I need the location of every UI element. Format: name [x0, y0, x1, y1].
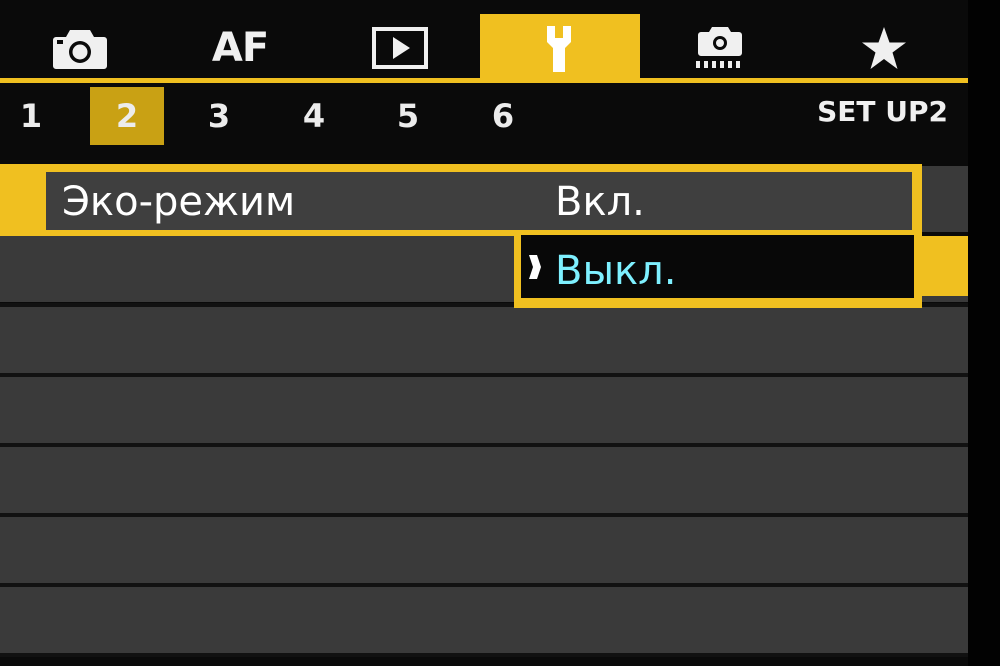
menu-row[interactable] — [0, 517, 968, 583]
tab-af[interactable]: AF — [160, 14, 320, 82]
tab-af-label: AF — [211, 25, 269, 71]
selected-item-highlight — [0, 172, 40, 230]
tab-playback[interactable] — [320, 14, 480, 82]
subtab-1[interactable]: 1 — [0, 87, 68, 145]
tab-my-menu[interactable] — [800, 14, 968, 82]
star-icon — [861, 26, 907, 70]
wrench-icon — [537, 22, 583, 74]
option-on[interactable]: Вкл. — [555, 176, 645, 228]
page-name: SET UP2 — [817, 95, 948, 128]
tab-setup[interactable] — [480, 14, 640, 82]
tab-shooting[interactable] — [0, 14, 160, 82]
camera-icon — [52, 26, 108, 70]
subtab-2[interactable]: 2 — [90, 87, 164, 145]
option-off[interactable]: Выкл. — [555, 244, 676, 298]
tab-bar-underline — [0, 78, 968, 83]
tab-custom-functions[interactable] — [640, 14, 800, 82]
menu-item-label: Эко-режим — [62, 179, 296, 225]
subtab-5[interactable]: 5 — [371, 87, 445, 145]
option-highlight — [922, 236, 968, 296]
menu-row[interactable] — [0, 307, 968, 373]
subtab-3[interactable]: 3 — [182, 87, 256, 145]
screen-bezel — [968, 0, 1000, 666]
menu-row[interactable] — [0, 447, 968, 513]
playback-icon — [372, 27, 428, 69]
menu-row[interactable] — [0, 587, 968, 653]
custom-functions-icon — [694, 25, 746, 71]
subtab-6[interactable]: 6 — [466, 87, 540, 145]
menu-row[interactable] — [0, 377, 968, 443]
subtab-4[interactable]: 4 — [277, 87, 351, 145]
selection-pointer-icon — [529, 255, 541, 279]
row-divider — [0, 653, 968, 657]
